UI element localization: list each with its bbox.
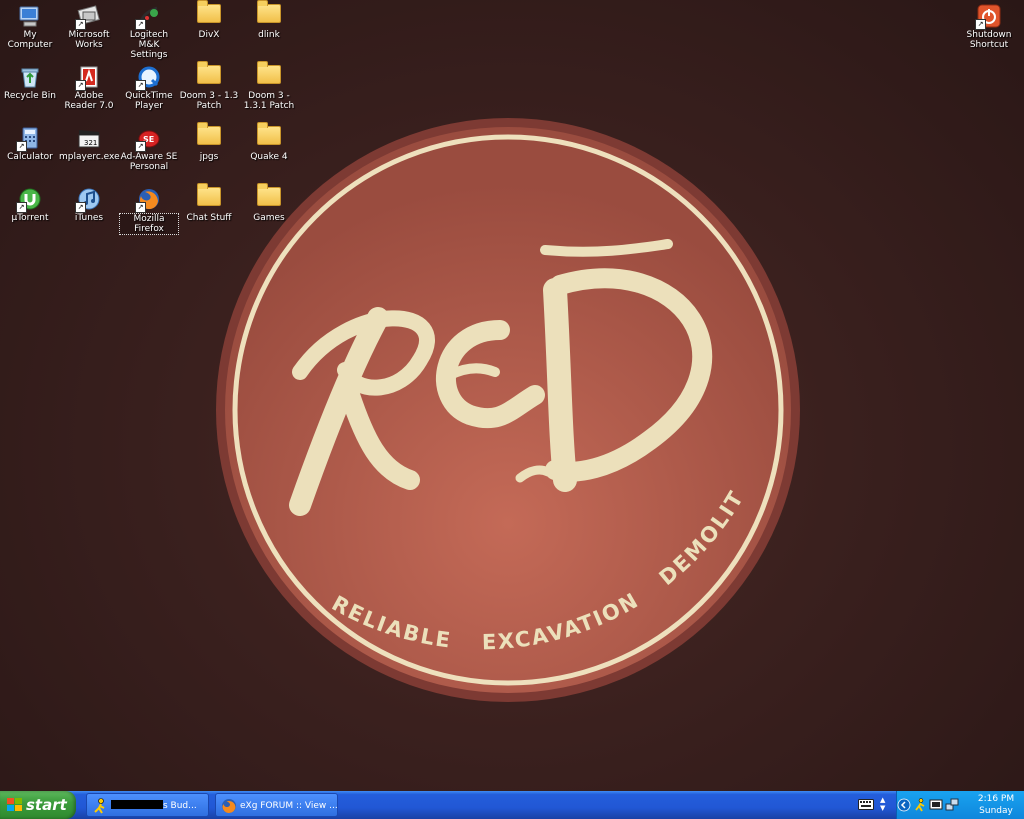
- task-button-exg-forum[interactable]: eXg FORUM :: View ...: [215, 793, 338, 817]
- folder-icon: [257, 0, 281, 28]
- desktop-icon-shutdown-shortcut[interactable]: ↗ Shutdown Shortcut: [959, 0, 1019, 50]
- utorrent-icon: ↗: [16, 187, 42, 213]
- desktop-icon-doom3-131-patch[interactable]: Doom 3 - 1.3.1 Patch: [239, 61, 299, 111]
- desktop-icon-label: mplayerc.exe: [59, 152, 120, 162]
- logitech-icon: ↗: [135, 4, 161, 30]
- desktop-icon-dlink[interactable]: dlink: [239, 0, 299, 40]
- buddy-list-icon: [94, 798, 105, 814]
- desktop-icon-chat-stuff[interactable]: Chat Stuff: [179, 183, 239, 223]
- desktop-icon-adobe-reader[interactable]: ↗ Adobe Reader 7.0: [59, 61, 119, 111]
- desktop-icon-label: dlink: [258, 30, 280, 40]
- desktop-icon-itunes[interactable]: ↗ iTunes: [59, 183, 119, 223]
- keyboard-icon[interactable]: [858, 799, 874, 810]
- desktop-icon-utorrent[interactable]: ↗ µTorrent: [0, 183, 60, 223]
- start-label: start: [26, 796, 67, 814]
- desktop-icon-label: Ad-Aware SE Personal: [120, 152, 178, 172]
- desktop-icon-microsoft-works[interactable]: ↗ Microsoft Works: [59, 0, 119, 50]
- svg-text:321: 321: [84, 139, 97, 147]
- desktop-icon-label: My Computer: [7, 30, 53, 50]
- desktop-icon-label: Doom 3 - 1.3.1 Patch: [243, 91, 295, 111]
- system-tray: 2:16 PM Sunday: [896, 791, 1024, 819]
- windows-flag-icon: [7, 798, 22, 811]
- media-player-icon: 321: [77, 126, 101, 150]
- adobe-reader-icon: ↗: [75, 65, 101, 91]
- desktop-icon-label: Adobe Reader 7.0: [64, 91, 114, 111]
- desktop-icon-my-computer[interactable]: My Computer: [0, 0, 60, 50]
- firefox-icon: ↗: [135, 187, 161, 213]
- desktop-icon-jpgs[interactable]: jpgs: [179, 122, 239, 162]
- desktop-icon-label: jpgs: [199, 152, 219, 162]
- desktop-icon-calculator[interactable]: ↗ Calculator: [0, 122, 60, 162]
- folder-icon: [257, 183, 281, 211]
- tray-scroll-arrows-icon[interactable]: ▲ ▼: [880, 796, 885, 812]
- desktop-icon-label: Logitech M&K Settings: [129, 30, 169, 60]
- display-settings-icon[interactable]: [929, 798, 943, 812]
- desktop-icon-label: Chat Stuff: [186, 213, 232, 223]
- microsoft-works-icon: ↗: [75, 4, 101, 30]
- network-connection-icon[interactable]: [945, 798, 959, 812]
- task-label: s Bud...: [163, 801, 197, 811]
- desktop-icon-ad-aware[interactable]: SE ↗ Ad-Aware SE Personal: [119, 122, 179, 172]
- taskbar: start s Bud... eXg FORUM :: View ... ▲▼: [0, 791, 1024, 819]
- clock-time: 2:16 PM: [977, 794, 1015, 804]
- desktop[interactable]: RELIABLE EXCAVATION DEMOLITION My Comput…: [0, 0, 1024, 791]
- firefox-icon: [222, 799, 236, 814]
- desktop-icon-label: iTunes: [74, 213, 104, 223]
- desktop-icon-label: Mozilla Firefox: [119, 213, 179, 235]
- desktop-icon-quake4[interactable]: Quake 4: [239, 122, 299, 162]
- desktop-icon-games[interactable]: Games: [239, 183, 299, 223]
- desktop-icon-label: Shutdown Shortcut: [966, 30, 1012, 50]
- desktop-icon-label: Quake 4: [250, 152, 288, 162]
- desktop-icon-quicktime[interactable]: ↗ QuickTime Player: [119, 61, 179, 111]
- desktop-icon-label: Recycle Bin: [4, 91, 56, 101]
- clock[interactable]: 2:16 PM Sunday: [971, 793, 1021, 817]
- recycle-bin-icon: [18, 65, 42, 89]
- folder-icon: [197, 0, 221, 28]
- desktop-icon-label: DivX: [198, 30, 220, 40]
- desktop-icon-divx[interactable]: DivX: [179, 0, 239, 40]
- my-computer-icon: [18, 4, 42, 28]
- desktop-icon-label: Games: [253, 213, 285, 223]
- desktop-icon-logitech[interactable]: ↗ Logitech M&K Settings: [119, 0, 179, 60]
- folder-icon: [257, 122, 281, 150]
- desktop-icon-doom3-13-patch[interactable]: Doom 3 - 1.3 Patch: [179, 61, 239, 111]
- desktop-icon-recycle-bin[interactable]: Recycle Bin: [0, 61, 60, 101]
- desktop-icon-label: Calculator: [7, 152, 53, 162]
- shutdown-icon: ↗: [975, 4, 1001, 30]
- task-label: eXg FORUM :: View ...: [240, 801, 338, 811]
- clock-day: Sunday: [979, 806, 1013, 816]
- folder-icon: [197, 183, 221, 211]
- quicktime-icon: ↗: [135, 65, 161, 91]
- folder-icon: [197, 61, 221, 89]
- redacted-name: [111, 800, 163, 809]
- start-button[interactable]: start: [0, 791, 76, 819]
- desktop-icon-label: QuickTime Player: [125, 91, 173, 111]
- folder-icon: [257, 61, 281, 89]
- folder-icon: [197, 122, 221, 150]
- aim-running-man-icon[interactable]: [913, 798, 927, 812]
- show-hidden-icons-icon[interactable]: [897, 798, 911, 812]
- desktop-icon-label: Doom 3 - 1.3 Patch: [179, 91, 239, 111]
- ad-aware-icon: SE ↗: [135, 126, 161, 152]
- calculator-icon: ↗: [16, 126, 42, 152]
- task-button-buddy-list[interactable]: s Bud...: [86, 793, 209, 817]
- desktop-icon-firefox[interactable]: ↗ Mozilla Firefox: [119, 183, 179, 235]
- desktop-icon-label: Microsoft Works: [68, 30, 110, 50]
- itunes-icon: ↗: [75, 187, 101, 213]
- desktop-icon-label: µTorrent: [11, 213, 49, 223]
- red-logo-wallpaper: RELIABLE EXCAVATION DEMOLITION: [0, 0, 800, 702]
- desktop-icon-mplayerc[interactable]: 321 mplayerc.exe: [59, 122, 120, 162]
